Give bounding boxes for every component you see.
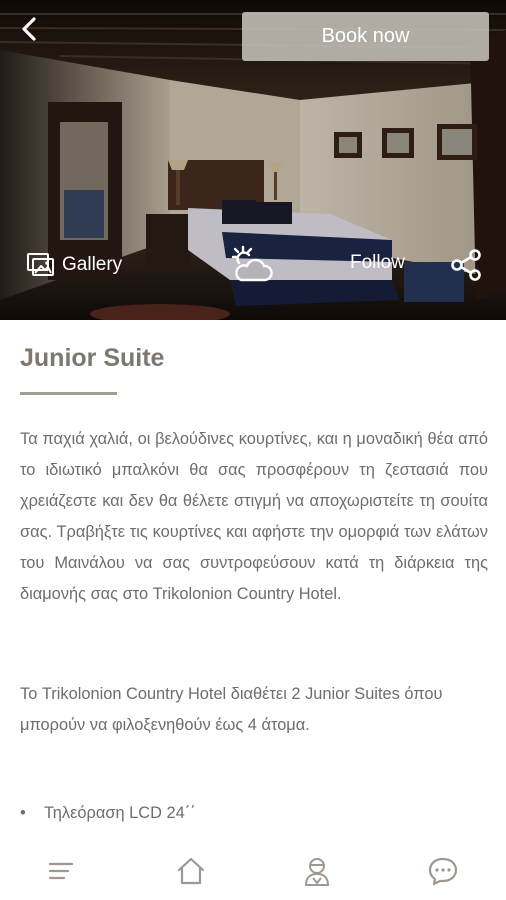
gallery-icon xyxy=(27,253,54,276)
concierge-button[interactable] xyxy=(300,854,334,888)
page-title: Junior Suite xyxy=(20,344,165,372)
gallery-button[interactable]: Gallery xyxy=(26,248,122,282)
home-button[interactable] xyxy=(174,854,208,888)
book-now-label: Book now xyxy=(321,25,410,47)
list-item: Τηλεόραση LCD 24΄΄ xyxy=(20,798,196,829)
content-area: Junior Suite Τα παχιά χαλιά, οι βελούδιν… xyxy=(0,320,506,840)
follow-button[interactable]: Follow xyxy=(350,252,405,274)
home-icon xyxy=(177,857,205,885)
description-paragraph: Τα παχιά χαλιά, οι βελούδινες κουρτίνες,… xyxy=(20,430,488,603)
chat-icon xyxy=(428,857,458,886)
follow-label: Follow xyxy=(350,252,405,273)
book-now-button[interactable]: Book now xyxy=(242,12,489,61)
menu-button[interactable] xyxy=(44,854,78,888)
weather-icon[interactable] xyxy=(231,244,275,284)
menu-icon xyxy=(48,862,74,880)
concierge-icon xyxy=(304,858,330,886)
back-button[interactable] xyxy=(12,12,46,46)
hero-image: Book now Gallery Follow xyxy=(0,0,506,320)
capacity-paragraph: Το Trikolonion Country Hotel διαθέτει 2 … xyxy=(20,685,443,734)
chat-button[interactable] xyxy=(426,854,460,888)
title-underline xyxy=(20,392,117,395)
back-arrow-icon xyxy=(22,17,36,41)
bottom-navigation xyxy=(0,840,506,900)
share-icon[interactable] xyxy=(448,247,484,283)
amenities-list: Τηλεόραση LCD 24΄΄ xyxy=(20,798,196,829)
gallery-label: Gallery xyxy=(62,254,123,275)
